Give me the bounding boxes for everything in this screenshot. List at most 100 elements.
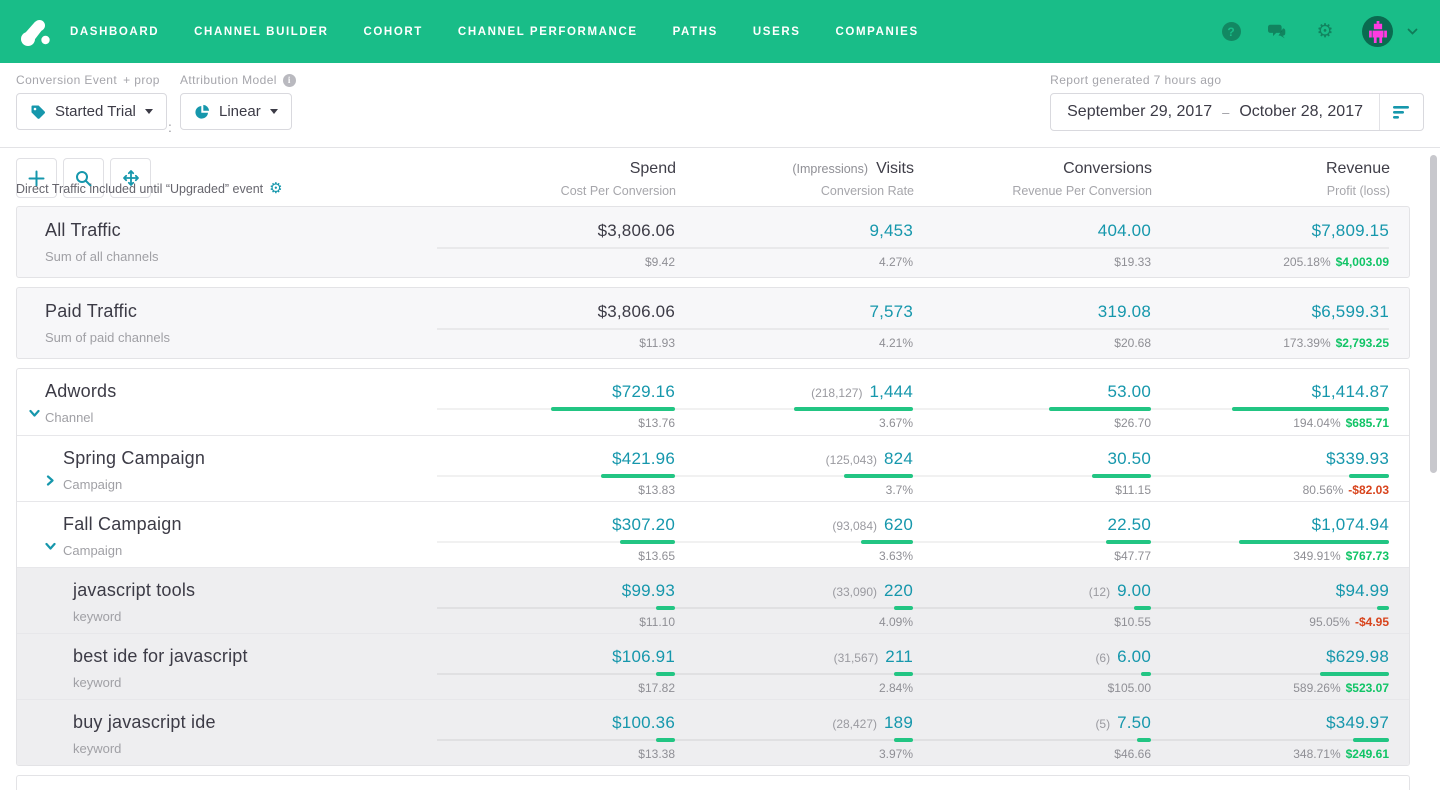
cell-value[interactable]: $629.98: [1326, 647, 1389, 666]
cell-value[interactable]: 22.50: [1107, 515, 1151, 534]
metric-cell: $1,074.94349.91%$767.73: [1151, 514, 1389, 567]
conversion-event-dropdown[interactable]: Started Trial: [16, 93, 167, 130]
table-row-paid-traffic[interactable]: Paid TrafficSum of paid channels$3,806.0…: [17, 288, 1409, 358]
value-track: [913, 328, 1151, 330]
cell-value[interactable]: $7,809.15: [1312, 221, 1389, 240]
cell-prefix: (6): [1095, 651, 1110, 665]
profit-value: $4,003.09: [1336, 255, 1389, 269]
nav-companies[interactable]: COMPANIES: [836, 26, 919, 38]
row-title: buy javascript ide: [73, 712, 437, 733]
value-track: [675, 475, 913, 477]
cell-value[interactable]: 30.50: [1107, 449, 1151, 468]
cell-value[interactable]: 220: [884, 581, 913, 600]
cell-value[interactable]: 620: [884, 515, 913, 534]
table-row-fall-campaign[interactable]: Fall CampaignCampaign$307.20$13.65(93,08…: [17, 501, 1409, 567]
value-track: [437, 739, 675, 741]
cell-value[interactable]: $307.20: [612, 515, 675, 534]
value-bar: [601, 474, 675, 478]
nav-channel-builder[interactable]: CHANNEL BUILDER: [194, 26, 328, 38]
metric-cell: 30.50$11.15: [913, 448, 1151, 501]
chevron-down-icon[interactable]: [45, 539, 56, 557]
cell-value[interactable]: 9.00: [1117, 581, 1151, 600]
cell-value[interactable]: $1,074.94: [1312, 515, 1389, 534]
filter-icon-button[interactable]: [1379, 94, 1423, 130]
value-track: [437, 673, 675, 675]
pie-chart-icon: [194, 104, 210, 120]
value-bar: [1377, 606, 1389, 610]
date-range-value[interactable]: September 29, 2017 – October 28, 2017: [1051, 94, 1379, 130]
cell-value[interactable]: $6,599.31: [1312, 302, 1389, 321]
nav-paths[interactable]: PATHS: [673, 26, 718, 38]
cell-value[interactable]: 7,573: [869, 302, 913, 321]
info-icon[interactable]: i: [283, 74, 296, 87]
cell-value[interactable]: 824: [884, 449, 913, 468]
scrollbar-thumb[interactable]: [1430, 155, 1437, 473]
cell-value[interactable]: $3,806.06: [598, 221, 675, 240]
value-bar: [551, 407, 675, 411]
nav-right: ? ⚙: [1221, 16, 1422, 47]
nav-channel-performance[interactable]: CHANNEL PERFORMANCE: [458, 26, 638, 38]
profit-percent: 589.26%: [1293, 681, 1340, 695]
cell-value[interactable]: $421.96: [612, 449, 675, 468]
nav-users[interactable]: USERS: [753, 26, 801, 38]
value-track: [913, 607, 1151, 609]
cell-value[interactable]: 211: [885, 647, 913, 666]
gear-icon[interactable]: ⚙: [1315, 22, 1335, 42]
cell-value[interactable]: 1,444: [869, 382, 913, 401]
cell-value[interactable]: 189: [884, 713, 913, 732]
chevron-right-icon[interactable]: [45, 473, 56, 491]
table-row-spring-campaign[interactable]: Spring CampaignCampaign$421.96$13.83(125…: [17, 435, 1409, 501]
cell-value[interactable]: $94.99: [1336, 581, 1389, 600]
table-row-buy-javascript-ide[interactable]: buy javascript idekeyword$100.36$13.38(2…: [17, 699, 1409, 765]
chevron-down-icon[interactable]: [29, 406, 40, 424]
cell-value[interactable]: $106.91: [612, 647, 675, 666]
cell-value[interactable]: $729.16: [612, 382, 675, 401]
metric-cell: (33,090)2204.09%: [675, 580, 913, 633]
metric-cell: 9,4534.27%: [675, 220, 913, 277]
column-header-revenue[interactable]: Revenue Profit (loss): [1152, 158, 1390, 200]
app-logo-icon[interactable]: [18, 15, 52, 49]
settings-gear-icon[interactable]: ⚙: [269, 181, 282, 196]
chevron-down-icon[interactable]: [1402, 22, 1422, 42]
date-start: September 29, 2017: [1067, 103, 1212, 121]
value-track: [1151, 541, 1389, 543]
cell-value[interactable]: $3,806.06: [598, 302, 675, 321]
nav-cohort[interactable]: COHORT: [363, 26, 422, 38]
column-header-conversions[interactable]: Conversions Revenue Per Conversion: [914, 158, 1152, 200]
row-subtitle: keyword: [73, 675, 437, 690]
nav-dashboard[interactable]: DASHBOARD: [70, 26, 159, 38]
cell-value[interactable]: 319.08: [1098, 302, 1151, 321]
cell-value[interactable]: $1,414.87: [1312, 382, 1389, 401]
cell-prefix: (93,084): [832, 519, 877, 533]
cell-value[interactable]: 6.00: [1117, 647, 1151, 666]
column-header-visits[interactable]: (Impressions)Visits Conversion Rate: [676, 158, 914, 200]
metric-cell: 53.00$26.70: [913, 381, 1151, 435]
cell-value[interactable]: $339.93: [1326, 449, 1389, 468]
table-row-video[interactable]: VideoChannel$300.0067514.00$944.07: [17, 776, 1409, 790]
metric-cell: 404.00$19.33: [913, 220, 1151, 277]
table-row-adwords[interactable]: AdwordsChannel$729.16$13.76(218,127)1,44…: [17, 369, 1409, 435]
value-track: [913, 247, 1151, 249]
cell-value[interactable]: 9,453: [869, 221, 913, 240]
row-title: Fall Campaign: [63, 514, 437, 535]
metric-cell: $94.9995.05%-$4.95: [1151, 580, 1389, 633]
column-header-spend[interactable]: Spend Cost Per Conversion: [438, 158, 676, 200]
cell-value[interactable]: $100.36: [612, 713, 675, 732]
cell-value[interactable]: 53.00: [1107, 382, 1151, 401]
avatar[interactable]: [1362, 16, 1393, 47]
table-row-javascript-tools[interactable]: javascript toolskeyword$99.93$11.10(33,0…: [17, 567, 1409, 633]
value-track: [675, 247, 913, 249]
table-row-best-ide-for-javascript[interactable]: best ide for javascriptkeyword$106.91$17…: [17, 633, 1409, 699]
table-row-all-traffic[interactable]: All TrafficSum of all channels$3,806.06$…: [17, 207, 1409, 277]
help-icon[interactable]: ?: [1221, 22, 1241, 42]
cell-value[interactable]: $349.97: [1326, 713, 1389, 732]
cell-value[interactable]: 404.00: [1098, 221, 1151, 240]
cell-prefix: (12): [1089, 585, 1110, 599]
cell-value[interactable]: 7.50: [1117, 713, 1151, 732]
cell-subvalue: 3.63%: [879, 549, 913, 563]
chat-icon[interactable]: [1268, 22, 1288, 42]
cell-value[interactable]: $99.93: [622, 581, 675, 600]
attribution-model-dropdown[interactable]: Linear: [180, 93, 292, 130]
add-prop-link[interactable]: + prop: [123, 73, 160, 87]
value-bar: [844, 474, 913, 478]
